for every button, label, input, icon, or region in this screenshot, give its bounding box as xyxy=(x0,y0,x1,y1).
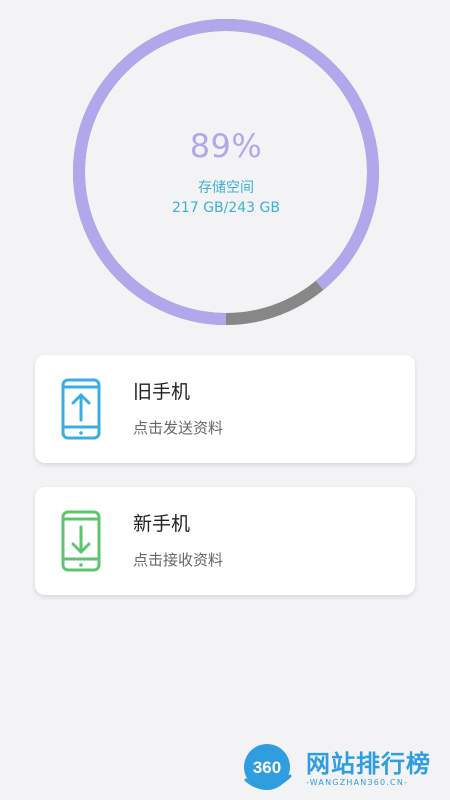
storage-gauge: 89% 存储空间 217 GB/243 GB xyxy=(73,19,379,325)
new-phone-title: 新手机 xyxy=(133,513,191,535)
new-phone-card[interactable]: 新手机 点击接收资料 xyxy=(35,487,415,595)
storage-label: 存储空间 xyxy=(198,180,254,196)
watermark-title: 网站排行榜 xyxy=(306,750,431,778)
phone-download-icon xyxy=(61,510,101,572)
storage-percent: 89% xyxy=(189,127,263,165)
storage-summary: 89% 存储空间 217 GB/243 GB xyxy=(73,19,379,325)
storage-amount: 217 GB/243 GB xyxy=(172,200,280,216)
old-phone-title: 旧手机 xyxy=(133,381,191,403)
old-phone-card[interactable]: 旧手机 点击发送资料 xyxy=(35,355,415,463)
phone-upload-icon xyxy=(61,378,101,440)
watermark-badge-text: 360 xyxy=(253,758,281,777)
new-phone-subtitle: 点击接收资料 xyxy=(133,551,224,569)
watermark-subtitle: -WANGZHAN360.CN- xyxy=(306,778,409,787)
site-watermark: 360 网站排行榜 -WANGZHAN360.CN- xyxy=(236,738,446,798)
watermark-logo-icon: 360 xyxy=(244,744,292,790)
old-phone-subtitle: 点击发送资料 xyxy=(133,419,224,437)
